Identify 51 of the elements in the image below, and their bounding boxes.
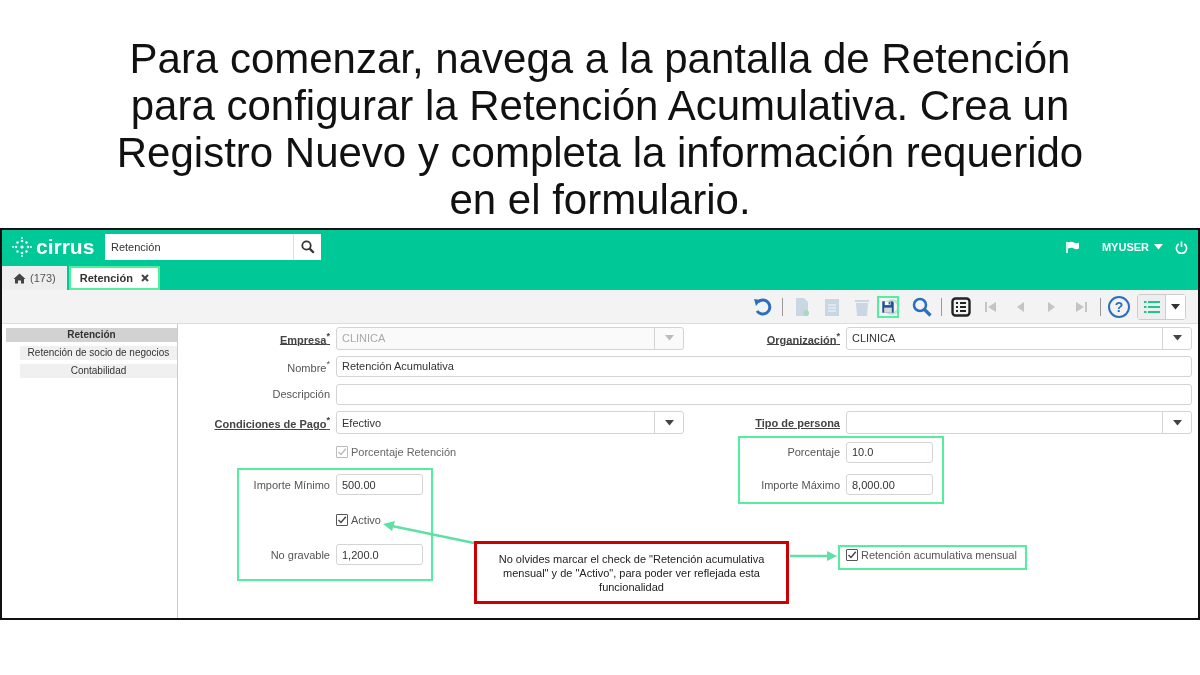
view-menu-button[interactable] — [1165, 294, 1185, 319]
logo-text: cirrus — [36, 235, 95, 259]
field-label: Descripción — [272, 388, 330, 400]
caret-icon — [1171, 303, 1180, 310]
arrow — [790, 551, 837, 561]
dropdown[interactable]: CLINICA — [846, 326, 1192, 350]
text-field[interactable]: 10.0 — [846, 441, 933, 463]
search-field[interactable]: Retención — [105, 234, 293, 260]
field-label: Porcentaje — [787, 446, 840, 458]
note-callout: No olvides marcar el check de "Retención acumulativa mensual" y de "Activo", para poder ver reflejada esta funcionalidad — [474, 541, 789, 604]
text-field[interactable]: 1,200.0 — [336, 544, 423, 565]
field-label: Nombre$^{*}$ — [287, 358, 330, 374]
slide-heading: Para comenzar, navega a la pantalla de Retención para configurar la Retención Acumulativa. Crea un Registro Nuevo y completa la información requerido en el formulario. — [115, 34, 1085, 225]
text-field[interactable]: 500.00 — [336, 474, 423, 495]
dropdown[interactable]: Efectivo — [336, 411, 684, 434]
field-label: Importe Máximo — [761, 478, 840, 491]
logo-icon — [12, 237, 32, 257]
field-label: Organización$^{*}$ — [766, 330, 840, 346]
list-icon — [1143, 300, 1160, 313]
field-label: No gravable — [270, 548, 330, 561]
caret-icon — [1172, 335, 1182, 341]
text-field[interactable] — [336, 383, 1192, 405]
sidebar-item[interactable]: Retención de socio de negocios — [20, 346, 177, 360]
checkbox[interactable]: Activo — [336, 513, 381, 526]
tab[interactable]: Retención — [68, 266, 160, 290]
caret-icon — [664, 335, 674, 341]
sidebar-item[interactable]: Contabilidad — [20, 364, 177, 378]
tab[interactable]: (173) — [2, 266, 67, 290]
save-icon[interactable] — [877, 295, 899, 318]
search-button[interactable] — [293, 234, 321, 260]
home-icon — [13, 272, 26, 284]
caret-icon — [1154, 244, 1163, 250]
check-icon — [337, 447, 347, 457]
flag-icon[interactable] — [1065, 241, 1080, 253]
caret-icon — [664, 419, 674, 426]
field-label: Empresa$^{*}$ — [279, 330, 330, 346]
dropdown[interactable] — [846, 411, 1192, 434]
sidebar-item[interactable]: Retención — [6, 328, 177, 342]
check-icon — [847, 549, 857, 560]
power-icon[interactable] — [1175, 240, 1188, 254]
field-label: Condiciones de Pago$^{*}$ — [214, 415, 330, 430]
help-icon[interactable]: ? — [1108, 295, 1130, 318]
check-icon — [337, 514, 347, 525]
text-field[interactable]: Retención Acumulativa — [336, 355, 1192, 377]
search-icon — [300, 240, 315, 254]
text-field[interactable]: 8,000.00 — [846, 474, 933, 495]
field-label: Tipo de persona — [755, 416, 840, 429]
field-label: Importe Mínimo — [253, 478, 330, 491]
caret-icon — [1172, 419, 1182, 426]
checkbox[interactable]: Retención acumulativa mensual — [846, 548, 1017, 561]
close-icon[interactable] — [140, 274, 149, 282]
